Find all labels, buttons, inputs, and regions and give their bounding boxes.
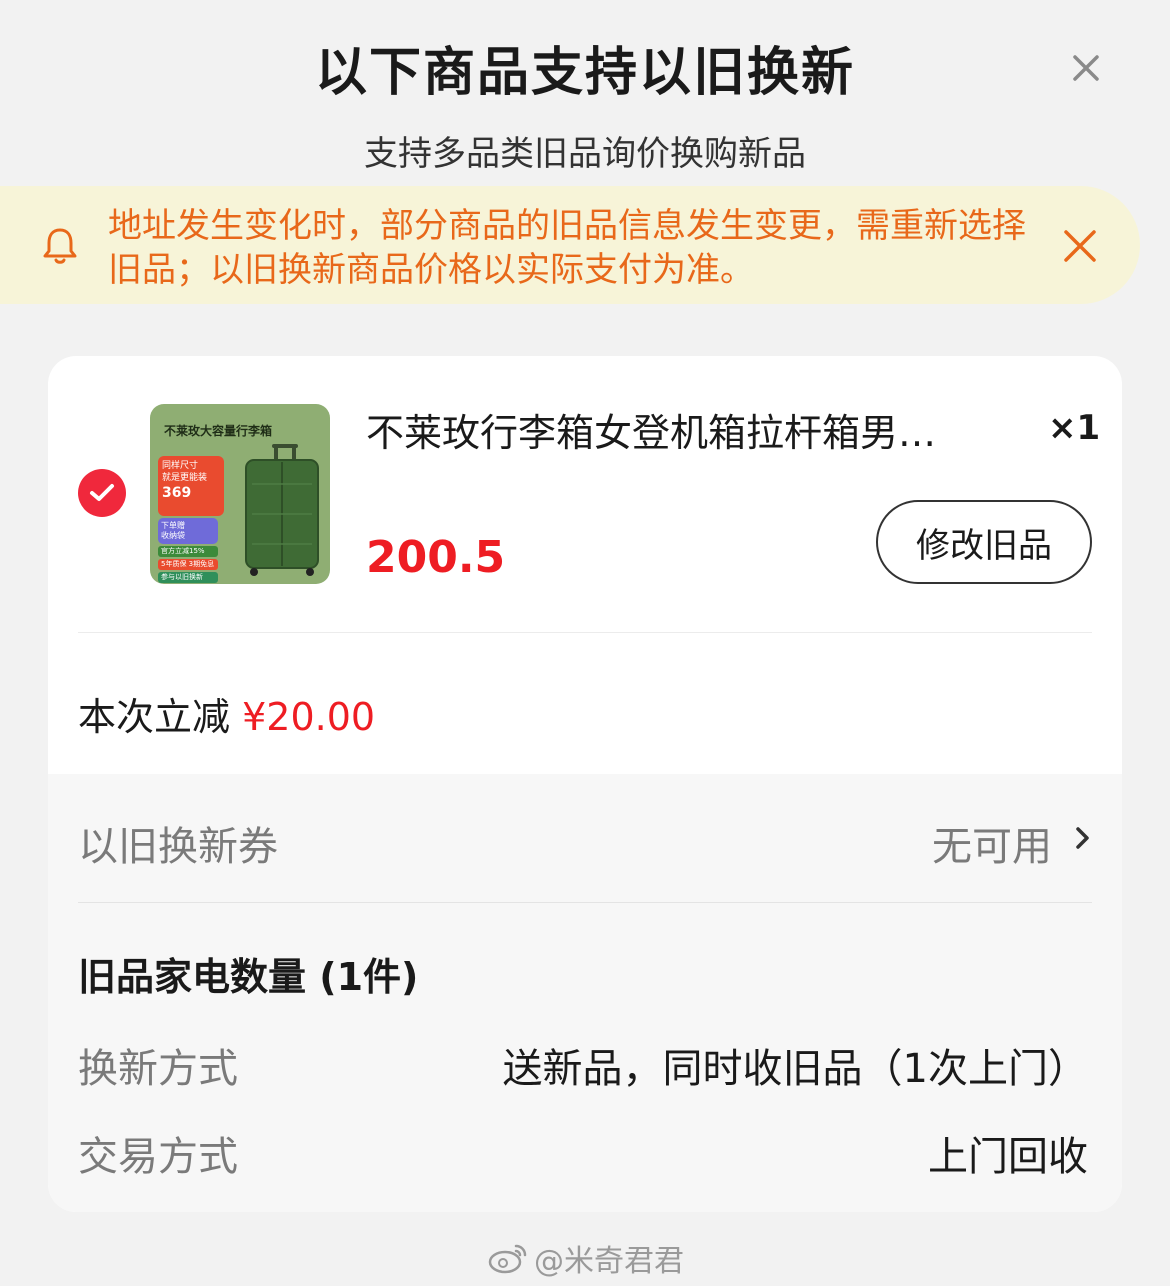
thumbnail-tag-line1: 同样尺寸 [162,461,199,471]
thumbnail-tag2-line2: 收纳袋 [161,531,185,540]
exchange-method-value: 送新品，同时收旧品（1次上门） [502,1046,1088,1092]
trade-in-sheet: 以下商品支持以旧换新 支持多品类旧品询价换购新品 地址发生变化时，部分商品的旧品… [0,0,1170,1286]
divider [78,902,1092,903]
product-title[interactable]: 不莱玫行李箱女登机箱拉杆箱男… [366,402,1016,457]
notice-text: 地址发生变化时，部分商品的旧品信息发生变更，需重新选择旧品；以旧换新商品价格以实… [108,206,1026,290]
divider [78,632,1092,633]
transaction-method-row: 交易方式 上门回收 [78,1124,1088,1180]
sheet-title: 以下商品支持以旧换新 [314,43,855,103]
thumbnail-pill-tradein: 参与以旧换新 [158,572,218,583]
transaction-method-label: 交易方式 [78,1134,238,1180]
product-card: 不莱玫大容量行李箱 同样尺寸 就是更能装 369 下单赠 收纳袋 官方立减15%… [48,356,1122,1212]
bell-icon [43,228,77,264]
exchange-method-label: 换新方式 [78,1046,238,1092]
discount-line: 本次立减 ¥20.00 [78,686,375,741]
weibo-icon [488,1244,527,1274]
modify-old-item-button[interactable]: 修改旧品 [876,500,1092,584]
product-checkbox[interactable] [78,469,126,517]
trade-in-coupon-row[interactable]: 以旧换新券 无可用 [78,774,1092,902]
sheet-subtitle: 支持多品类旧品询价换购新品 [364,134,806,174]
thumbnail-tag-price: 369 [162,485,192,501]
exchange-method-row: 换新方式 送新品，同时收旧品（1次上门） [78,1036,1088,1092]
thumbnail-headline: 不莱玫大容量行李箱 [164,424,273,438]
thumbnail-tag-line2: 就是更能装 [162,473,208,483]
checkmark-icon [90,484,114,501]
watermark: @米奇君君 [488,1236,684,1280]
watermark-text: @米奇君君 [534,1244,684,1279]
close-icon [1073,55,1099,81]
product-price: 200.5 [366,532,506,583]
address-change-notice: 地址发生变化时，部分商品的旧品信息发生变更，需重新选择旧品；以旧换新商品价格以实… [0,186,1140,304]
old-item-count: 旧品家电数量 (1件) [78,955,419,999]
discount-label: 本次立减 [78,695,231,739]
thumbnail-pill-discount: 官方立减15% [158,546,218,557]
discount-amount: ¥20.00 [242,695,376,739]
notice-close-icon[interactable] [1060,226,1100,266]
product-quantity: ×1 [1048,408,1101,448]
chevron-right-icon [1076,827,1089,849]
thumbnail-tag2-line1: 下单赠 [161,521,185,530]
close-button[interactable] [1064,46,1108,90]
product-thumbnail[interactable]: 不莱玫大容量行李箱 同样尺寸 就是更能装 369 下单赠 收纳袋 官方立减15%… [150,404,330,584]
trade-in-details: 以旧换新券 无可用 旧品家电数量 (1件) 换新方式 送新品，同时收旧品（1次上… [48,774,1122,1212]
thumbnail-pill-warranty: 5年质保 3期免息 [158,559,218,570]
transaction-method-value: 上门回收 [928,1134,1088,1180]
suitcase-image [245,444,319,576]
coupon-label: 以旧换新券 [78,824,278,870]
thumbnail-promo-tag: 同样尺寸 就是更能装 369 [158,456,224,516]
coupon-value: 无可用 [932,824,1052,870]
thumbnail-gift-tag: 下单赠 收纳袋 [158,518,218,544]
